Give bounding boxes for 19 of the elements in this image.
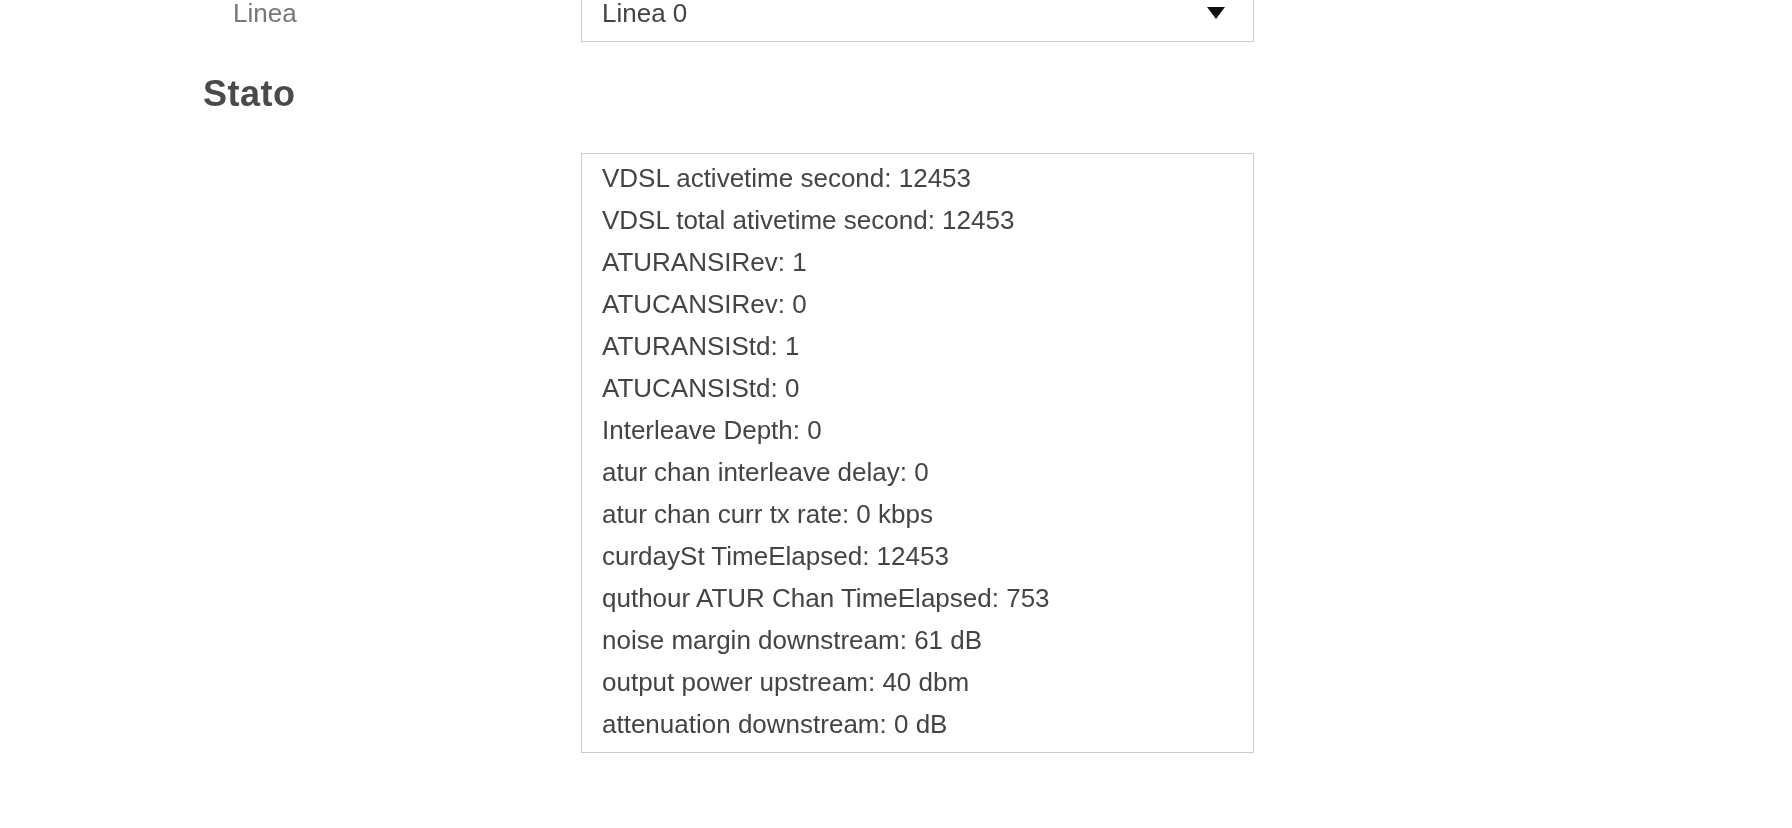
status-line: noise margin downstream: 61 dB (602, 624, 983, 657)
status-line: ATURANSIStd: 1 (602, 330, 800, 363)
status-line: ATUCANSIStd: 0 (602, 372, 800, 405)
status-line: atur chan curr tx rate: 0 kbps (602, 498, 933, 531)
status-line: curdaySt TimeElapsed: 12453 (602, 540, 949, 573)
status-line: atur chan interleave delay: 0 (602, 456, 929, 489)
status-line: VDSL total ativetime second: 12453 (602, 204, 1015, 237)
line-select[interactable]: Linea 0 (581, 0, 1254, 42)
status-line: ATURANSIRev: 1 (602, 246, 807, 279)
status-line: output power upstream: 40 dbm (602, 666, 970, 699)
status-line: attenuation downstream: 0 dB (602, 708, 948, 741)
status-line: ATUCANSIRev: 0 (602, 288, 807, 321)
status-line: Interleave Depth: 0 (602, 414, 822, 447)
status-line: quthour ATUR Chan TimeElapsed: 753 (602, 582, 1050, 615)
status-line: VDSL activetime second: 12453 (602, 162, 972, 195)
caret-icon (1207, 7, 1225, 19)
field-label: Linea (233, 0, 297, 28)
select-value: Linea 0 (602, 0, 688, 29)
section-heading: Stato (203, 72, 297, 115)
